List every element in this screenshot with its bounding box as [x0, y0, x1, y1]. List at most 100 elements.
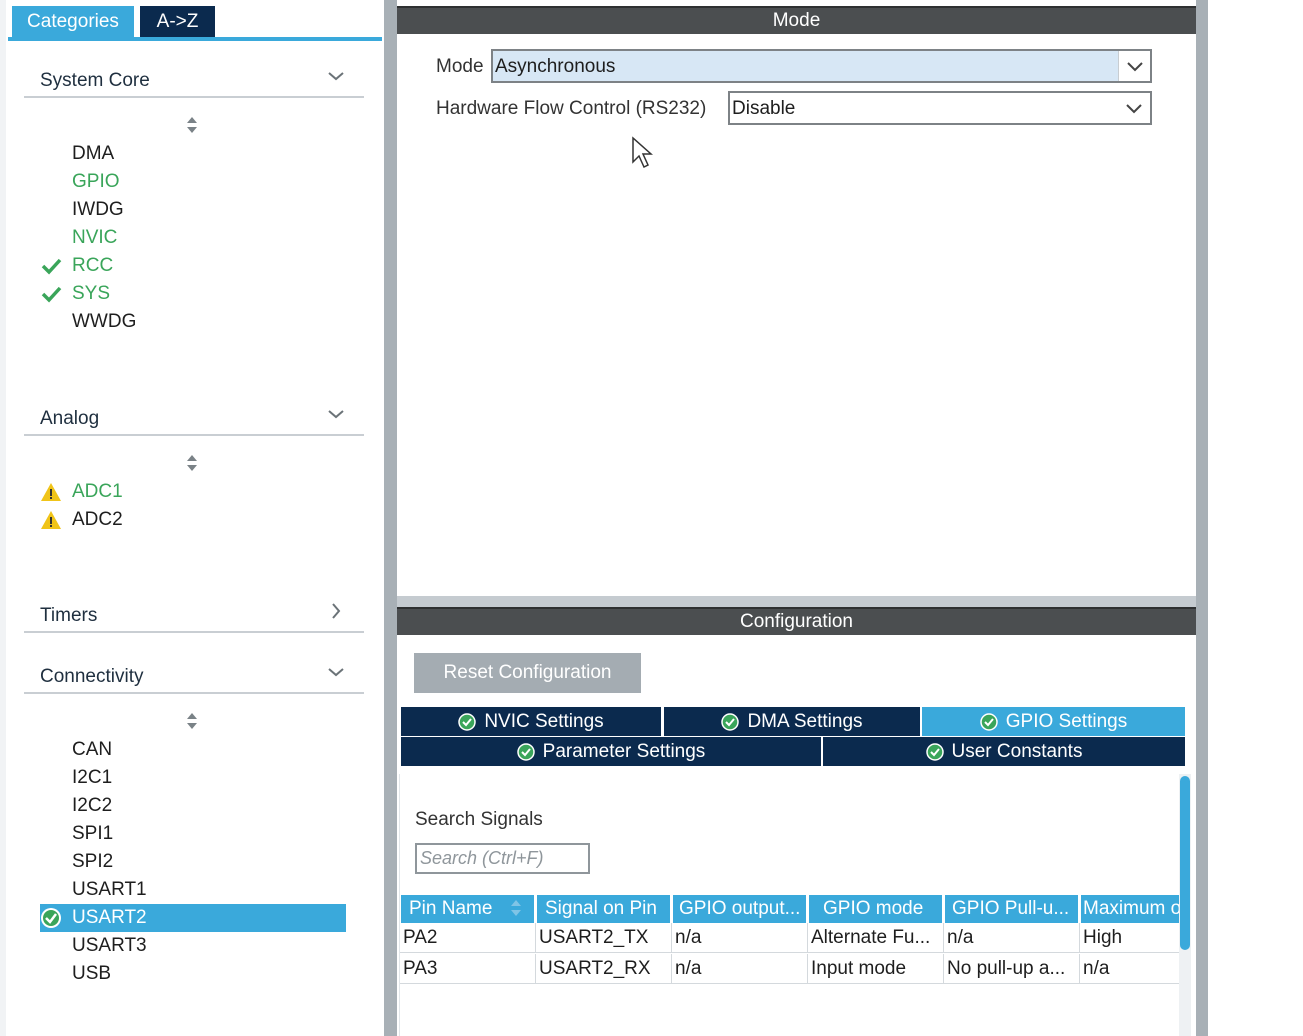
- tab-user-constants[interactable]: User Constants: [823, 737, 1185, 766]
- circle-check-icon: [516, 742, 535, 761]
- category-label: Analog: [40, 408, 100, 429]
- tab-dma-settings[interactable]: DMA Settings: [664, 707, 920, 736]
- list-item-usb[interactable]: USB: [40, 960, 346, 988]
- search-signals-label: Search Signals: [415, 809, 543, 830]
- configuration-panel-title: Configuration: [397, 607, 1196, 635]
- circle-check-icon: [925, 742, 944, 761]
- mode-value: Asynchronous: [495, 56, 616, 77]
- item-label: ADC1: [72, 481, 123, 502]
- tab-label: Parameter Settings: [542, 740, 706, 762]
- category-label: System Core: [40, 70, 150, 91]
- right-edge-bar: [1196, 0, 1208, 1036]
- item-label: USART1: [72, 879, 147, 900]
- list-item-can[interactable]: CAN: [40, 736, 346, 764]
- column-header-signal-on-pin[interactable]: Signal on Pin: [537, 895, 670, 923]
- sort-arrows-icon[interactable]: [184, 454, 200, 472]
- list-item-sys[interactable]: SYS: [40, 280, 346, 308]
- list-item-wwdg[interactable]: WWDG: [40, 308, 346, 336]
- item-label: SYS: [72, 283, 111, 304]
- list-item-i2c2[interactable]: I2C2: [40, 792, 346, 820]
- warning-icon: [41, 511, 61, 529]
- table-cell[interactable]: PA2: [400, 923, 536, 953]
- item-label: CAN: [72, 739, 113, 760]
- table-cell[interactable]: No pull-up a...: [944, 954, 1080, 984]
- tab-label: GPIO Settings: [1005, 710, 1128, 732]
- tab-nvic-settings[interactable]: NVIC Settings: [401, 707, 661, 736]
- category-label: Connectivity: [40, 666, 144, 687]
- table-cell[interactable]: Alternate Fu...: [808, 923, 944, 953]
- table-cell[interactable]: USART2_RX: [536, 954, 672, 984]
- chevron-down-icon: [328, 668, 344, 677]
- list-item-rcc[interactable]: RCC: [40, 252, 346, 280]
- sort-arrows-icon[interactable]: [184, 712, 200, 730]
- mode-label: Mode: [436, 56, 484, 77]
- item-label: RCC: [72, 255, 114, 276]
- green-check-icon: [41, 258, 62, 275]
- table-cell[interactable]: High: [1080, 923, 1179, 953]
- list-item-usart1[interactable]: USART1: [40, 876, 346, 904]
- item-label: SPI1: [72, 823, 114, 844]
- categories-panel: Categories A->Z System Core DMA GPIO IWD…: [0, 0, 384, 1036]
- item-label: I2C1: [72, 767, 113, 788]
- panel-splitter[interactable]: [384, 0, 397, 1036]
- item-label: USART2: [72, 907, 147, 928]
- column-header-gpio-pull[interactable]: GPIO Pull-u...: [945, 895, 1078, 923]
- list-item-dma[interactable]: DMA: [40, 140, 346, 168]
- tab-label: DMA Settings: [747, 710, 863, 732]
- list-item-iwdg[interactable]: IWDG: [40, 196, 346, 224]
- column-header-gpio-mode[interactable]: GPIO mode: [809, 895, 942, 923]
- panel-divider: [397, 596, 1196, 607]
- table-cell[interactable]: n/a: [944, 923, 1080, 953]
- tab-underline: [8, 37, 382, 41]
- chevron-down-icon: [328, 410, 344, 419]
- scrollbar-thumb[interactable]: [1180, 776, 1190, 950]
- table-cell[interactable]: n/a: [672, 923, 808, 953]
- flow-control-label: Hardware Flow Control (RS232): [436, 98, 707, 119]
- left-edge: [0, 0, 6, 1036]
- sort-arrows-icon[interactable]: [184, 116, 200, 134]
- flow-control-dropdown[interactable]: Disable: [728, 91, 1152, 125]
- mouse-cursor-icon: [632, 136, 653, 169]
- dropdown-arrow[interactable]: [1118, 93, 1150, 123]
- tab-categories[interactable]: Categories: [12, 6, 134, 38]
- item-label: USART3: [72, 935, 147, 956]
- dropdown-arrow[interactable]: [1118, 51, 1150, 81]
- chevron-down-icon: [1127, 62, 1143, 72]
- tab-gpio-settings[interactable]: GPIO Settings: [922, 707, 1185, 736]
- list-item-i2c1[interactable]: I2C1: [40, 764, 346, 792]
- chevron-down-icon: [328, 72, 344, 81]
- list-item-adc1[interactable]: ADC1: [40, 478, 346, 506]
- tab-parameter-settings[interactable]: Parameter Settings: [401, 737, 821, 766]
- circle-check-icon: [41, 908, 61, 928]
- list-item-usart2[interactable]: USART2: [40, 904, 346, 932]
- column-header-maximum-output-speed[interactable]: Maximum o: [1081, 895, 1179, 923]
- tab-label: NVIC Settings: [484, 710, 604, 732]
- mode-panel-title: Mode: [397, 6, 1196, 34]
- list-item-spi1[interactable]: SPI1: [40, 820, 346, 848]
- sort-arrows-icon[interactable]: [509, 899, 523, 917]
- circle-check-icon: [980, 712, 998, 731]
- category-analog[interactable]: Analog: [24, 402, 364, 436]
- category-connectivity[interactable]: Connectivity: [24, 660, 364, 694]
- item-label: WWDG: [72, 311, 137, 332]
- table-cell[interactable]: PA3: [400, 954, 536, 984]
- category-timers[interactable]: Timers: [24, 599, 364, 633]
- list-item-nvic[interactable]: NVIC: [40, 224, 346, 252]
- tab-a-to-z[interactable]: A->Z: [140, 6, 215, 38]
- table-cell[interactable]: Input mode: [808, 954, 944, 984]
- reset-configuration-button[interactable]: Reset Configuration: [414, 653, 641, 693]
- list-item-gpio[interactable]: GPIO: [40, 168, 346, 196]
- list-item-spi2[interactable]: SPI2: [40, 848, 346, 876]
- list-item-usart3[interactable]: USART3: [40, 932, 346, 960]
- circle-check-icon: [458, 712, 477, 731]
- flow-control-value: Disable: [732, 98, 796, 119]
- table-cell[interactable]: n/a: [1080, 954, 1179, 984]
- list-item-adc2[interactable]: ADC2: [40, 506, 346, 534]
- table-cell[interactable]: n/a: [672, 954, 808, 984]
- item-label: USB: [72, 963, 112, 984]
- table-cell[interactable]: USART2_TX: [536, 923, 672, 953]
- column-header-gpio-output[interactable]: GPIO output...: [673, 895, 806, 923]
- mode-dropdown[interactable]: Asynchronous: [491, 49, 1152, 83]
- category-system-core[interactable]: System Core: [24, 64, 364, 98]
- search-signals-input[interactable]: [415, 843, 590, 874]
